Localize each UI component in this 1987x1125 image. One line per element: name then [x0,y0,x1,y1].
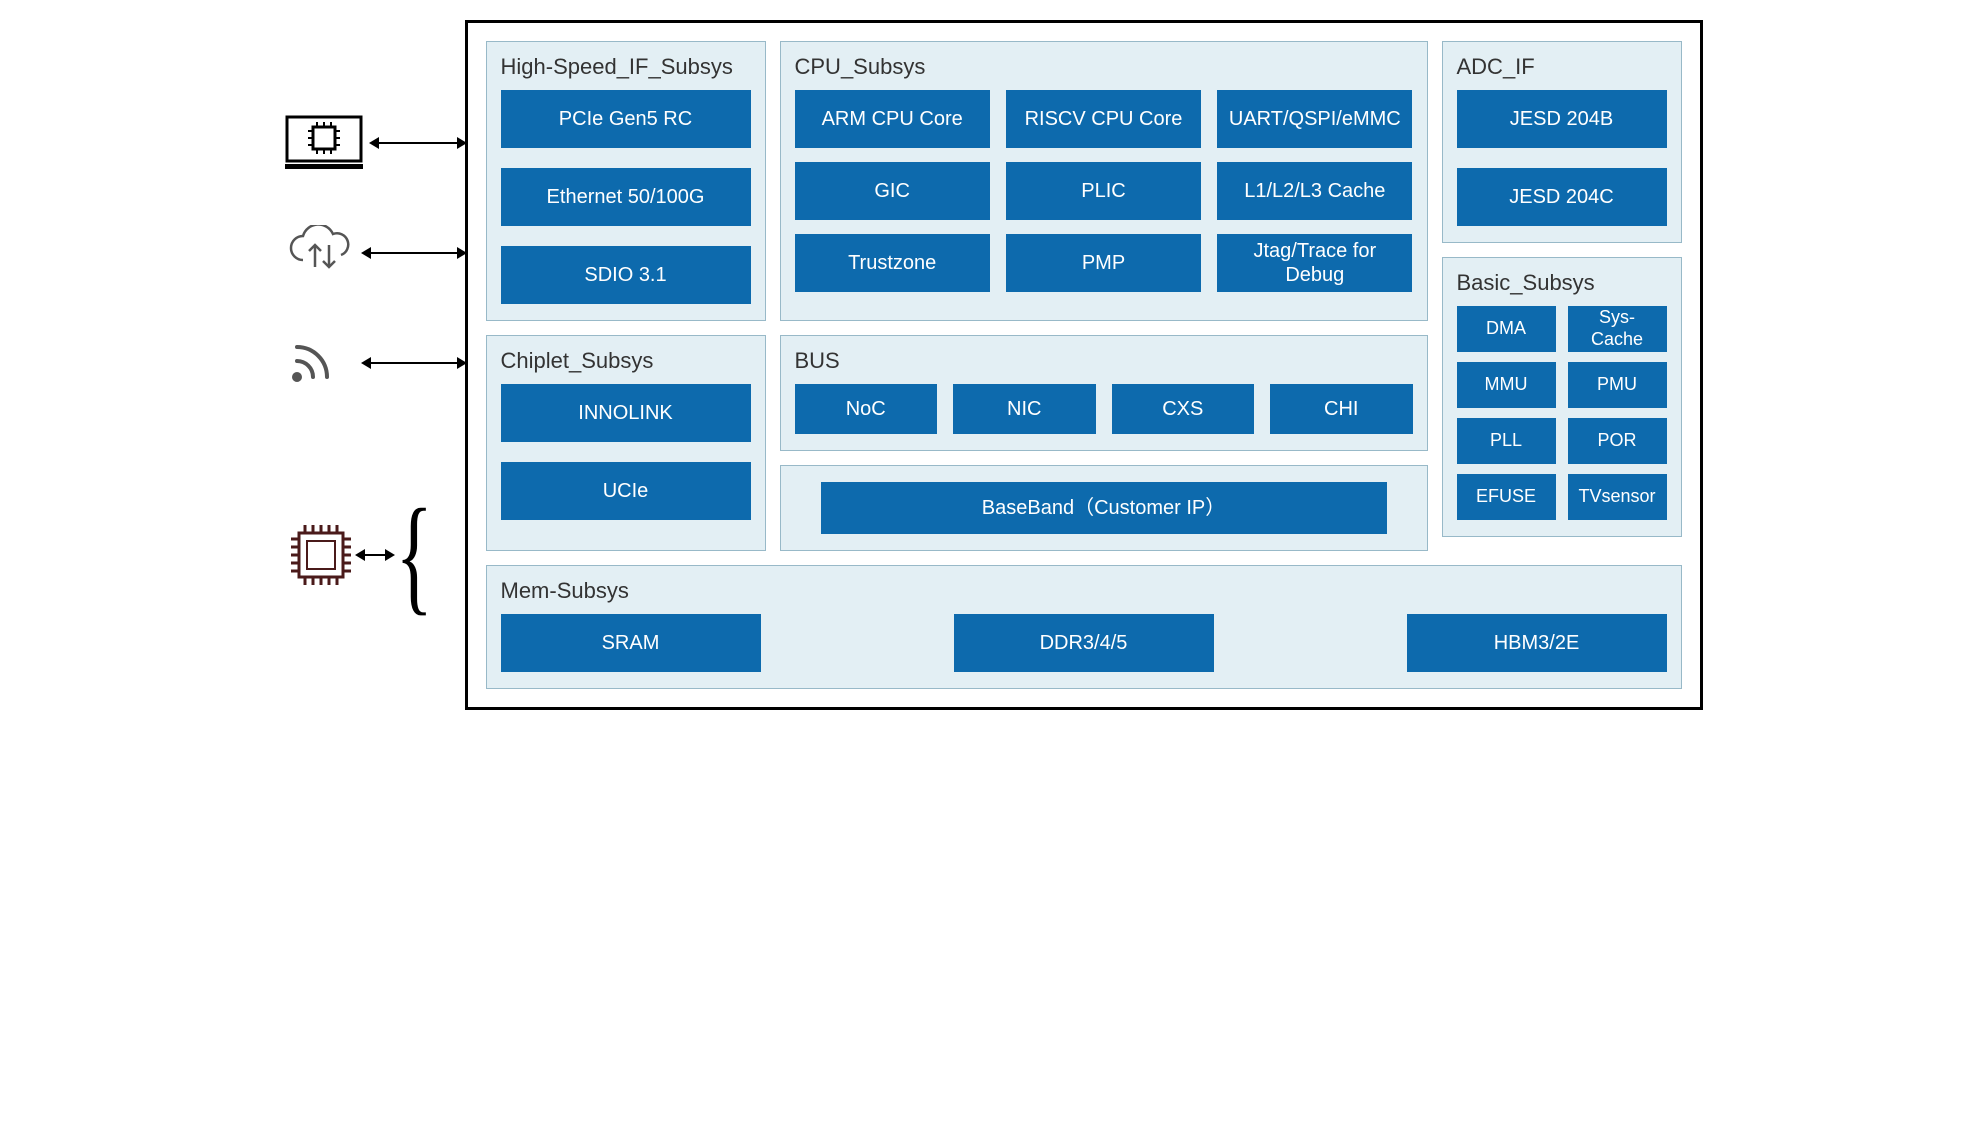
block-ddr: DDR3/4/5 [954,614,1214,672]
block-pmp: PMP [1006,234,1201,292]
block-pcie: PCIe Gen5 RC [501,90,751,148]
block-cxs: CXS [1112,384,1255,434]
bidirectional-arrow [371,142,465,144]
block-uart-qspi-emmc: UART/QSPI/eMMC [1217,90,1412,148]
block-jesd204c: JESD 204C [1457,168,1667,226]
cloud-upload-icon [285,225,355,280]
block-sdio: SDIO 3.1 [501,246,751,304]
block-trustzone: Trustzone [795,234,990,292]
block-gic: GIC [795,162,990,220]
block-pmu: PMU [1568,362,1667,408]
wireless-interface-row [285,335,465,390]
block-plic: PLIC [1006,162,1201,220]
computer-chip-icon [285,115,363,170]
basic-subsys: Basic_Subsys DMA Sys-Cache MMU PMU PLL P… [1442,257,1682,537]
block-nic: NIC [953,384,1096,434]
bidirectional-arrow [363,362,465,364]
baseband-panel: BaseBand（Customer IP） [780,465,1428,551]
chip-icon [285,519,357,591]
soc-main-frame: High-Speed_IF_Subsys PCIe Gen5 RC Ethern… [465,20,1703,710]
block-arm-core: ARM CPU Core [795,90,990,148]
subsys-title: Chiplet_Subsys [501,348,751,374]
subsys-title: Basic_Subsys [1457,270,1667,296]
curly-brace-icon: { [395,503,432,607]
bidirectional-arrow [357,554,393,556]
soc-block-diagram: { High-Speed_IF_Subsys PCIe Gen5 RC Ethe… [285,20,1703,710]
block-syscache: Sys-Cache [1568,306,1667,352]
block-pll: PLL [1457,418,1556,464]
block-dma: DMA [1457,306,1556,352]
subsys-title: Mem-Subsys [501,578,1667,604]
block-jesd204b: JESD 204B [1457,90,1667,148]
block-por: POR [1568,418,1667,464]
chiplet-subsys: Chiplet_Subsys INNOLINK UCIe [486,335,766,551]
block-riscv-core: RISCV CPU Core [1006,90,1201,148]
computer-interface-row [285,115,465,170]
wifi-rss-icon [285,335,355,390]
block-hbm: HBM3/2E [1407,614,1667,672]
block-baseband: BaseBand（Customer IP） [821,482,1387,534]
block-ethernet: Ethernet 50/100G [501,168,751,226]
external-interfaces-column: { [285,20,465,625]
block-jtag-trace: Jtag/Trace for Debug [1217,234,1412,292]
block-mmu: MMU [1457,362,1556,408]
block-innolink: INNOLINK [501,384,751,442]
subsys-title: ADC_IF [1457,54,1667,80]
mem-subsys: Mem-Subsys SRAM DDR3/4/5 HBM3/2E [486,565,1682,689]
adc-if-subsys: ADC_IF JESD 204B JESD 204C [1442,41,1682,243]
bidirectional-arrow [363,252,465,254]
cloud-interface-row [285,225,465,280]
cpu-subsys: CPU_Subsys ARM CPU Core RISCV CPU Core U… [780,41,1428,321]
subsys-title: CPU_Subsys [795,54,1413,80]
subsys-title: BUS [795,348,1413,374]
block-sram: SRAM [501,614,761,672]
subsys-title: High-Speed_IF_Subsys [501,54,751,80]
block-tvsensor: TVsensor [1568,474,1667,520]
bus-and-baseband-column: BUS NoC NIC CXS CHI BaseBand（Customer IP… [780,335,1428,551]
block-efuse: EFUSE [1457,474,1556,520]
block-chi: CHI [1270,384,1413,434]
block-cache: L1/L2/L3 Cache [1217,162,1412,220]
bus-subsys: BUS NoC NIC CXS CHI [780,335,1428,451]
block-noc: NoC [795,384,938,434]
right-column: ADC_IF JESD 204B JESD 204C Basic_Subsys … [1442,41,1682,551]
block-ucie: UCIe [501,462,751,520]
high-speed-if-subsys: High-Speed_IF_Subsys PCIe Gen5 RC Ethern… [486,41,766,321]
chiplet-interface-row: { [285,485,465,625]
